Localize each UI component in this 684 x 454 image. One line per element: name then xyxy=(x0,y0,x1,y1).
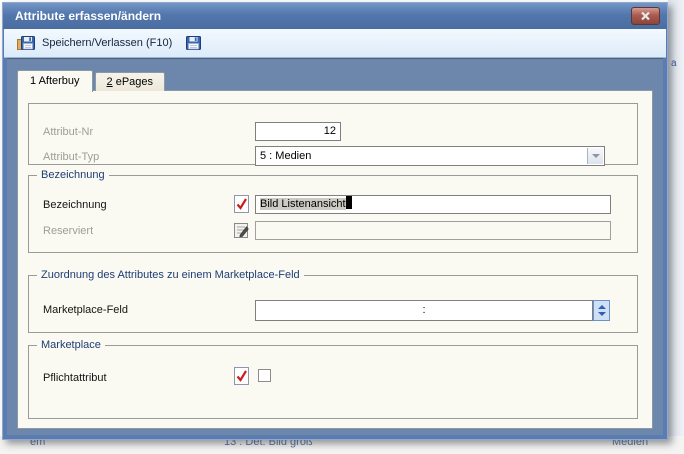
titlebar[interactable]: Attribute erfassen/ändern xyxy=(3,3,667,29)
tab-epages-label: ePages xyxy=(113,76,153,88)
background-window-side-fragment: a xyxy=(671,58,677,69)
attribut-nr-input[interactable]: 12 xyxy=(255,122,341,141)
group-attribut: Attribut-Nr 12 Attribut-Typ 5 : Medien xyxy=(28,103,638,165)
attribut-nr-value: 12 xyxy=(324,125,336,137)
marketplace-feld-input[interactable]: : xyxy=(255,300,593,321)
tab-page-afterbuy: Attribut-Nr 12 Attribut-Typ 5 : Medien B… xyxy=(17,90,653,429)
pflichtattribut-label: Pflichtattribut xyxy=(43,372,107,384)
pflichtattribut-checkbox[interactable] xyxy=(258,369,271,382)
close-icon xyxy=(640,11,651,21)
bezeichnung-value: Bild Listenansicht xyxy=(260,198,346,210)
save-exit-icon xyxy=(17,35,36,51)
bezeichnung-label: Bezeichnung xyxy=(43,199,107,211)
checked-document-icon xyxy=(233,195,250,213)
dialog-client-area: 1 Afterbuy 2 ePages Attribut-Nr 12 Attri… xyxy=(7,58,663,435)
attribut-typ-value: 5 : Medien xyxy=(260,150,311,162)
attribut-typ-select[interactable]: 5 : Medien xyxy=(255,146,605,166)
close-button[interactable] xyxy=(631,7,660,25)
spinner-down-icon xyxy=(598,312,606,316)
bezeichnung-input[interactable]: Bild Listenansicht xyxy=(255,195,611,214)
marketplace-feld-value: : xyxy=(422,304,425,316)
save-exit-button[interactable]: Speichern/Verlassen (F10) xyxy=(13,33,176,53)
window-title: Attribute erfassen/ändern xyxy=(15,9,161,23)
save-button[interactable] xyxy=(182,33,205,53)
tab-epages[interactable]: 2 ePages xyxy=(95,72,166,91)
group-bezeichnung: Bezeichnung Bezeichnung Bild Listenansic… xyxy=(28,175,638,253)
tab-afterbuy[interactable]: 1 Afterbuy xyxy=(17,70,93,92)
text-caret xyxy=(346,196,352,209)
tab-strip: 1 Afterbuy 2 ePages xyxy=(17,69,167,91)
attribut-typ-dropdown-button[interactable] xyxy=(587,148,603,164)
reserviert-label: Reserviert xyxy=(43,225,93,237)
save-exit-label: Speichern/Verlassen (F10) xyxy=(42,37,172,49)
attribut-nr-label: Attribut-Nr xyxy=(43,126,93,138)
group-bezeichnung-caption: Bezeichnung xyxy=(37,169,109,181)
group-zuordnung: Zuordnung des Attributes zu einem Market… xyxy=(28,275,638,333)
save-icon xyxy=(186,35,201,51)
attribut-typ-label: Attribut-Typ xyxy=(43,151,99,163)
attribute-dialog: Attribute erfassen/ändern Speichern/Verl… xyxy=(2,2,668,440)
group-marketplace-caption: Marketplace xyxy=(37,339,105,351)
marketplace-feld-spinner[interactable] xyxy=(593,300,610,321)
spinner-up-icon xyxy=(598,305,606,309)
chevron-down-icon xyxy=(592,154,600,158)
checked-document-icon xyxy=(233,367,250,385)
reserviert-input xyxy=(255,221,611,240)
group-marketplace: Marketplace Pflichtattribut xyxy=(28,345,638,419)
edit-document-icon xyxy=(233,221,250,239)
toolbar: Speichern/Verlassen (F10) xyxy=(4,29,666,58)
marketplace-feld-label: Marketplace-Feld xyxy=(43,304,128,316)
group-zuordnung-caption: Zuordnung des Attributes zu einem Market… xyxy=(37,269,304,281)
tab-afterbuy-label: 1 Afterbuy xyxy=(30,75,80,87)
